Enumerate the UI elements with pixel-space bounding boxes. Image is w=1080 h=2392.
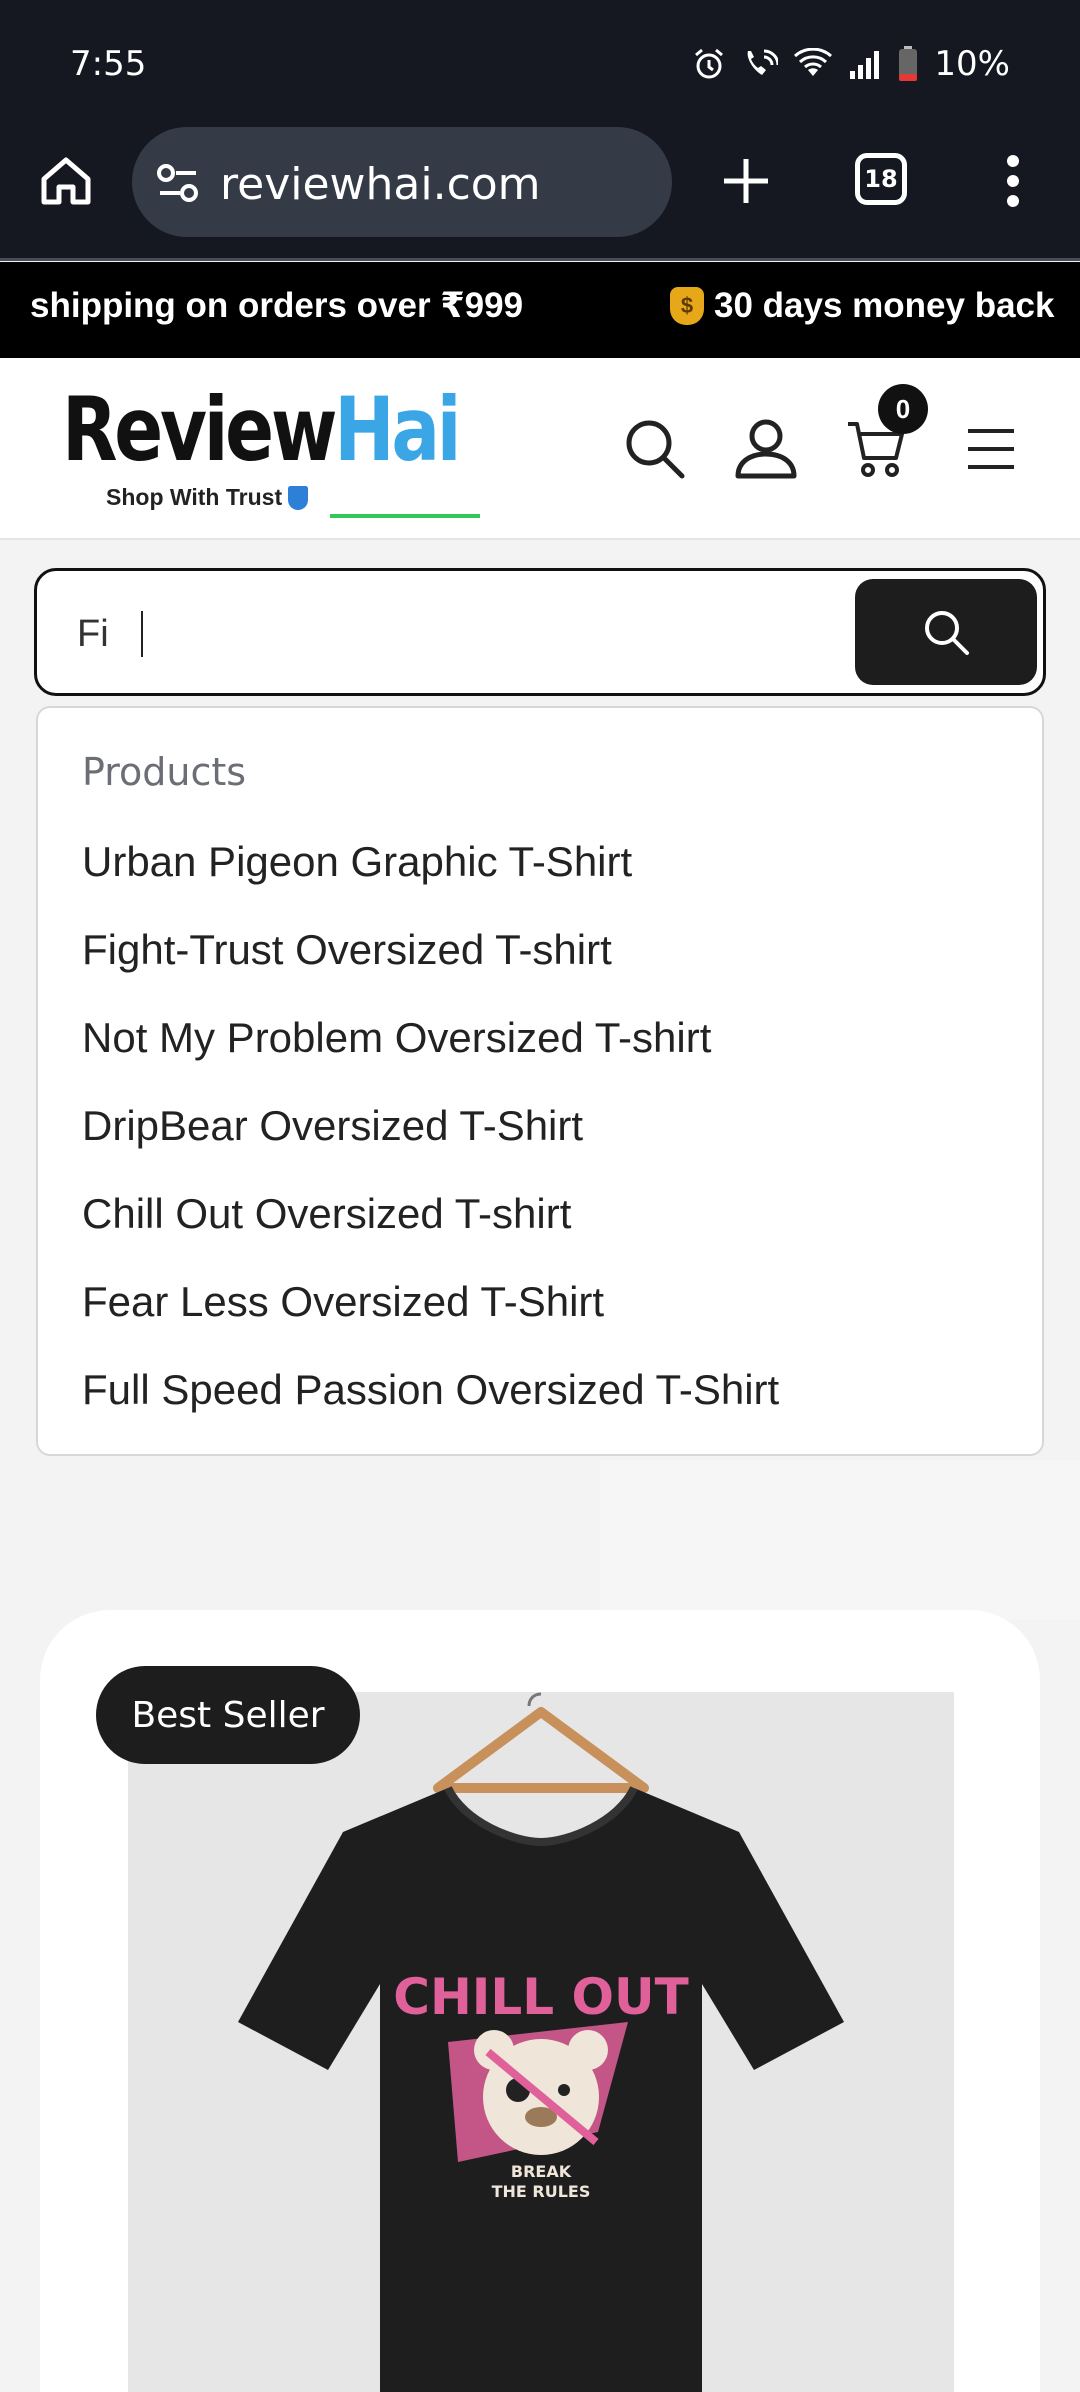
search-icon — [925, 611, 969, 655]
search-icon — [626, 420, 685, 479]
text-caret — [141, 611, 143, 657]
suggestion-item[interactable]: Full Speed Passion Oversized T-Shirt — [82, 1366, 779, 1414]
plus-icon — [724, 159, 768, 203]
hamburger-menu-button[interactable] — [966, 428, 1016, 475]
logo-tagline: Shop With Trust — [106, 484, 309, 511]
search-bar — [34, 568, 1046, 696]
address-bar[interactable]: reviewhai.com — [132, 127, 672, 237]
call-wifi-icon — [742, 47, 779, 81]
battery-icon — [898, 46, 918, 82]
alarm-icon — [692, 47, 726, 81]
status-icons: 10% — [692, 44, 1010, 84]
suggestions-section-title: Products — [82, 750, 247, 794]
money-bag-icon: $ — [670, 287, 704, 325]
hamburger-icon — [968, 429, 1014, 469]
new-tab-button[interactable] — [718, 153, 774, 214]
print-sub2: THE RULES — [492, 2182, 591, 2201]
battery-percent: 10% — [934, 44, 1010, 84]
announcement-money-back: $ 30 days money back — [670, 286, 1054, 326]
tab-switcher-button[interactable]: 18 — [855, 153, 907, 205]
user-icon — [735, 419, 797, 479]
browser-menu-button[interactable] — [1005, 153, 1021, 214]
more-vert-icon — [1007, 155, 1019, 207]
print-sub1: BREAK — [511, 2162, 572, 2181]
suggestion-item[interactable]: Not My Problem Oversized T-shirt — [82, 1014, 711, 1062]
home-button[interactable] — [38, 153, 94, 209]
logo-hai: Hai — [334, 378, 461, 481]
search-input[interactable] — [77, 609, 837, 659]
tshirt-image: CHILL OUT BREAK THE RULES — [238, 1692, 844, 2392]
logo-review: Review — [62, 378, 337, 481]
product-image[interactable]: CHILL OUT BREAK THE RULES — [128, 1692, 954, 2392]
best-seller-badge: Best Seller — [96, 1666, 360, 1764]
background-shade — [600, 1460, 1080, 1620]
wifi-icon — [794, 48, 833, 80]
site-settings-icon[interactable] — [156, 163, 200, 208]
account-button[interactable] — [734, 418, 798, 485]
announcement-bar: shipping on orders over ₹999 $ 30 days m… — [0, 262, 1080, 358]
suggestion-item[interactable]: Fight-Trust Oversized T-shirt — [82, 926, 612, 974]
suggestion-item[interactable]: DripBear Oversized T-Shirt — [82, 1102, 583, 1150]
announcement-shipping: shipping on orders over ₹999 — [30, 286, 524, 325]
site-logo[interactable]: ReviewHai Shop With Trust — [62, 386, 545, 518]
print-title: CHILL OUT — [393, 1968, 688, 2026]
browser-toolbar: reviewhai.com 18 — [0, 125, 1080, 261]
search-submit-button[interactable] — [855, 579, 1037, 685]
suggestion-item[interactable]: Urban Pigeon Graphic T-Shirt — [82, 838, 632, 886]
status-bar: 7:55 10% — [0, 0, 1080, 125]
header-search-button[interactable] — [624, 418, 686, 485]
url-text: reviewhai.com — [220, 159, 541, 210]
status-time: 7:55 — [70, 44, 147, 84]
site-header: ReviewHai Shop With Trust — [0, 358, 1080, 540]
suggestion-item[interactable]: Fear Less Oversized T-Shirt — [82, 1278, 604, 1326]
signal-icon — [848, 49, 882, 79]
home-icon — [41, 157, 91, 205]
suggestion-item[interactable]: Chill Out Oversized T-shirt — [82, 1190, 571, 1238]
announcement-money-back-text: 30 days money back — [714, 286, 1055, 325]
logo-underline — [330, 514, 480, 518]
shield-icon — [288, 485, 309, 510]
cart-count-badge: 0 — [878, 384, 928, 434]
search-suggestions: Products Urban Pigeon Graphic T-Shirt Fi… — [36, 706, 1044, 1456]
